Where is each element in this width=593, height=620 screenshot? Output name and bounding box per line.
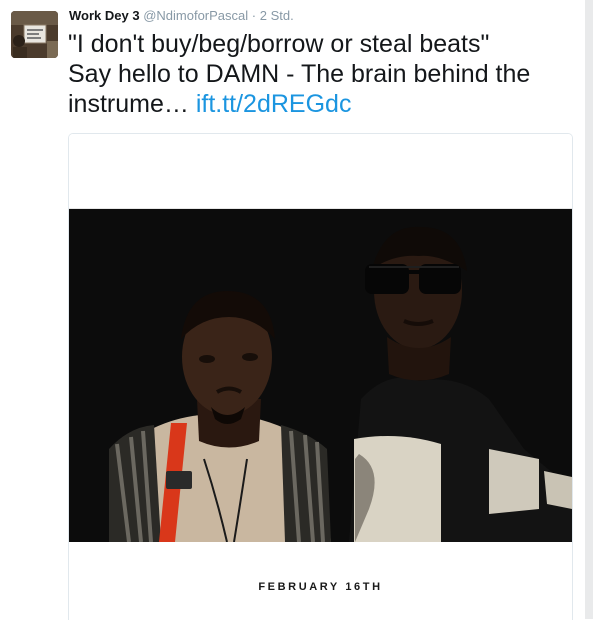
card-photo[interactable] [69,209,572,542]
author-handle[interactable]: @NdimoforPascal [143,8,248,23]
avatar[interactable] [11,11,58,58]
tweet: Work Dey 3 @NdimoforPascal · 2 Std. "I d… [0,0,585,620]
author-name[interactable]: Work Dey 3 [69,8,140,23]
tweet-text-line-last: instrume… ift.tt/2dREGdc [68,89,573,119]
media-card[interactable]: FEBRUARY 16TH [68,133,573,620]
separator-dot: · [251,8,257,23]
tweet-text-line: Say hello to DAMN - The brain behind the [68,60,531,88]
tweet-text-line: "I don't buy/beg/borrow or steal beats" [68,30,490,58]
tweet-text: "I don't buy/beg/borrow or steal beats" … [68,29,573,119]
two-men-photo-image [69,209,572,542]
card-top-band [69,134,572,209]
tweet-timestamp[interactable]: 2 Std. [260,8,294,23]
tweet-header: Work Dey 3 @NdimoforPascal · 2 Std. [69,8,294,23]
card-date-text: FEBRUARY 16TH [258,581,383,593]
tweet-text-truncated: instrume… [68,90,189,118]
avatar-photo-icon [11,11,58,58]
tweet-link[interactable]: ift.tt/2dREGdc [196,90,352,118]
scrollbar-track[interactable] [585,0,593,619]
